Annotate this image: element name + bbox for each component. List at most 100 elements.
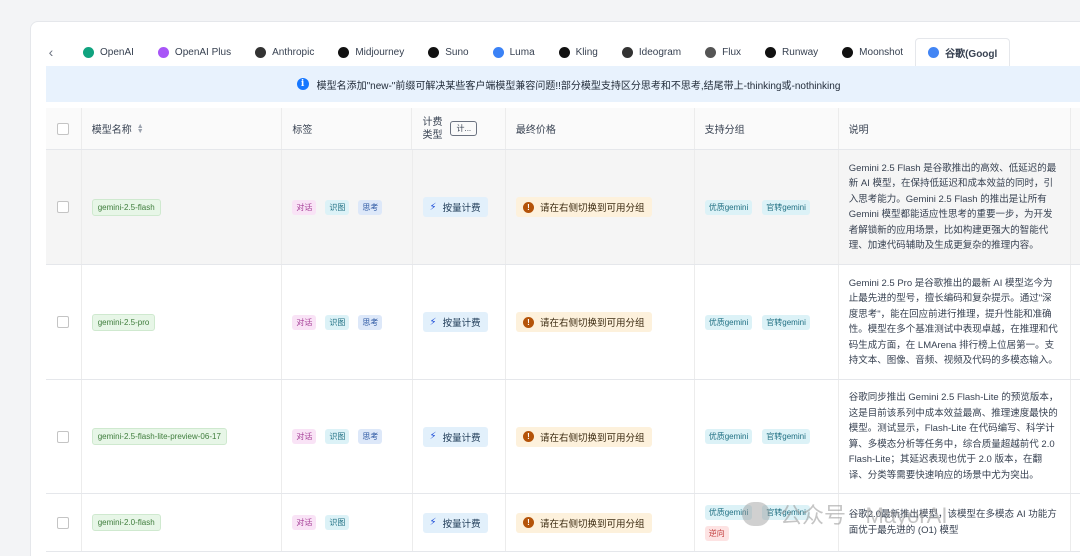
billing-cell: ⚡ 按量计费 — [413, 380, 506, 493]
row-checkbox[interactable] — [57, 516, 70, 529]
info-icon: i — [296, 78, 309, 90]
tab-ideogram[interactable]: Ideogram — [610, 38, 693, 66]
price-label: 请在右侧切换到可用分组 — [539, 518, 645, 530]
table-row[interactable]: gemini-2.0-flash 对话 识图 ⚡ 按量计费! 请在右侧切换到可用分组 优质g… — [46, 494, 1080, 552]
tab-midjourney[interactable]: Midjourney — [326, 38, 416, 66]
tab-openai[interactable]: OpenAI — [71, 38, 146, 66]
price-cell: ! 请在右侧切换到可用分组 — [506, 150, 695, 264]
notice-text: 模型名添加"new-"前缀可解决某些客户端模型兼容问题!!部分模型支持区分思考和… — [316, 80, 841, 92]
description-cell: 谷歌2.0最新推出模型，该模型在多模态 AI 功能方面优于最先进的 (O1) 模… — [839, 494, 1071, 551]
billing-filter-button[interactable]: 计... — [450, 121, 478, 136]
group-tag[interactable]: 官转gemini — [762, 429, 810, 444]
header-model-name[interactable]: 模型名称 ▲ ▼ — [82, 108, 283, 149]
group-tag[interactable]: 官转gemini — [762, 314, 810, 330]
tab-label: 谷歌(Googl — [945, 49, 998, 60]
tab-anthropic[interactable]: Anthropic — [243, 38, 326, 66]
price-label: 请在右侧切换到可用分组 — [539, 432, 645, 444]
billing-label: 按量计费 — [442, 432, 481, 444]
group-tag[interactable]: 优质gemini — [704, 314, 753, 330]
select-all-checkbox[interactable] — [57, 122, 70, 135]
model-description: Gemini 2.5 Pro 是谷歌推出的最新 AI 模型迄今为止最先进的型号，… — [848, 277, 1058, 367]
header-groups: 支持分组 — [695, 108, 839, 149]
billing-badge: ⚡ 按量计费 — [422, 312, 488, 332]
capability-tag: 对话 — [292, 199, 317, 215]
tab-label: Ideogram — [638, 46, 682, 58]
capability-tag: 思考 — [358, 199, 383, 215]
model-name-tag[interactable]: gemini-2.0-flash — [91, 514, 161, 531]
group-tag[interactable]: 优质gemini — [704, 504, 753, 520]
tab-flux[interactable]: Flux — [693, 38, 753, 66]
tab--googl[interactable]: 谷歌(Googl — [915, 38, 1011, 66]
table-row[interactable]: gemini-2.5-flash 对话 识图 思考 ⚡ 按量计费 ! 请在右侧切换到可用分组 优… — [46, 150, 1080, 265]
model-name-tag[interactable]: gemini-2.5-pro — [91, 313, 156, 331]
groups-cell: 优质gemini 官转gemini — [695, 150, 839, 264]
row-checkbox[interactable] — [57, 430, 70, 443]
openai-icon — [83, 46, 94, 58]
group-list: 优质gemini 官转gemini — [704, 314, 810, 330]
table-row[interactable]: gemini-2.5-flash-lite-preview-06-17 对话 识图思… — [46, 380, 1080, 494]
billing-badge: ⚡ 按量计费 — [422, 426, 488, 447]
sort-icon[interactable]: ▲ ▼ — [137, 123, 144, 135]
notice-banner: i 模型名添加"new-"前缀可解决某些客户端模型兼容问题!!部分模型支持区分思… — [46, 66, 1080, 102]
tab-label: Flux — [722, 46, 742, 58]
price-cell: ! 请在右侧切换到可用分组 — [506, 494, 695, 551]
ideogram-icon — [621, 46, 633, 58]
anthropic-icon — [255, 46, 267, 58]
row-select-cell — [46, 265, 82, 379]
tab-label: Runway — [782, 46, 819, 58]
group-tag[interactable]: 官转gemini — [762, 504, 810, 520]
groups-cell: 优质gemini 官转gemini — [695, 380, 839, 493]
table-row[interactable]: gemini-2.5-pro 对话 识图 思考 ⚡ 按量计费! 请在右侧切换到可用分组 优质g… — [46, 265, 1080, 380]
lightning-icon: ⚡ — [429, 316, 437, 328]
tab-label: Kling — [575, 46, 598, 58]
billing-label: 按量计费 — [442, 518, 481, 530]
price-badge: ! 请在右侧切换到可用分组 — [515, 512, 652, 533]
tab-label: Moonshot — [859, 46, 904, 58]
row-checkbox[interactable] — [57, 201, 70, 213]
group-tag[interactable]: 优质gemini — [704, 199, 753, 215]
overflow-cell — [1071, 494, 1080, 551]
warning-icon: ! — [522, 517, 534, 528]
model-name-tag[interactable]: gemini-2.5-flash-lite-preview-06-17 — [91, 428, 227, 445]
row-checkbox[interactable] — [57, 316, 70, 328]
model-name-cell: gemini-2.0-flash — [82, 494, 283, 551]
warning-icon: ! — [522, 431, 534, 442]
overflow-cell — [1071, 150, 1080, 264]
model-description: Gemini 2.5 Flash 是谷歌推出的高效、低延迟的最新 AI 模型，在… — [848, 162, 1057, 252]
capability-tag: 识图 — [325, 314, 350, 330]
warning-icon: ! — [522, 316, 534, 328]
header-tags: 标签 — [282, 108, 413, 149]
tab-luma[interactable]: Luma — [481, 38, 547, 66]
capability-tag: 识图 — [325, 429, 350, 444]
capability-tag: 对话 — [292, 314, 317, 330]
billing-label: 按量计费 — [442, 318, 481, 329]
tab-suno[interactable]: Suno — [416, 38, 480, 66]
billing-cell: ⚡ 按量计费 — [413, 494, 506, 551]
description-cell: Gemini 2.5 Pro 是谷歌推出的最新 AI 模型迄今为止最先进的型号，… — [839, 265, 1071, 379]
row-select-cell — [46, 150, 82, 264]
chevron-left-icon[interactable]: ‹ — [31, 44, 71, 60]
tab-label: Anthropic — [272, 46, 315, 58]
tab-label: Suno — [445, 46, 469, 58]
tab-openai-plus[interactable]: OpenAI Plus — [146, 38, 243, 66]
capability-tag: 识图 — [325, 199, 350, 215]
billing-badge: ⚡ 按量计费 — [422, 197, 488, 217]
tags-cell: 对话 识图 — [282, 494, 413, 551]
tags-cell: 对话 识图 思考 — [282, 265, 413, 379]
billing-badge: ⚡ 按量计费 — [422, 512, 488, 533]
group-list: 优质gemini 官转gemini — [704, 429, 810, 444]
tab-kling[interactable]: Kling — [547, 38, 610, 66]
group-tag[interactable]: 官转gemini — [762, 199, 810, 215]
capability-tag: 思考 — [358, 314, 383, 330]
model-name-tag[interactable]: gemini-2.5-flash — [91, 198, 161, 216]
capability-tag: 对话 — [292, 515, 317, 530]
provider-tab-bar: ‹ OpenAI OpenAI Plus Anthropic Midjourney Su… — [31, 38, 1080, 66]
tab-moonshot[interactable]: Moonshot — [830, 38, 915, 66]
model-name-cell: gemini-2.5-flash — [82, 150, 283, 264]
lightning-icon: ⚡ — [429, 201, 437, 213]
description-cell: Gemini 2.5 Flash 是谷歌推出的高效、低延迟的最新 AI 模型，在… — [839, 150, 1071, 264]
group-tag[interactable]: 优质gemini — [704, 429, 753, 444]
group-tag[interactable]: 逆向 — [704, 525, 729, 541]
tab-runway[interactable]: Runway — [753, 38, 830, 66]
lightning-icon: ⚡ — [429, 431, 437, 442]
